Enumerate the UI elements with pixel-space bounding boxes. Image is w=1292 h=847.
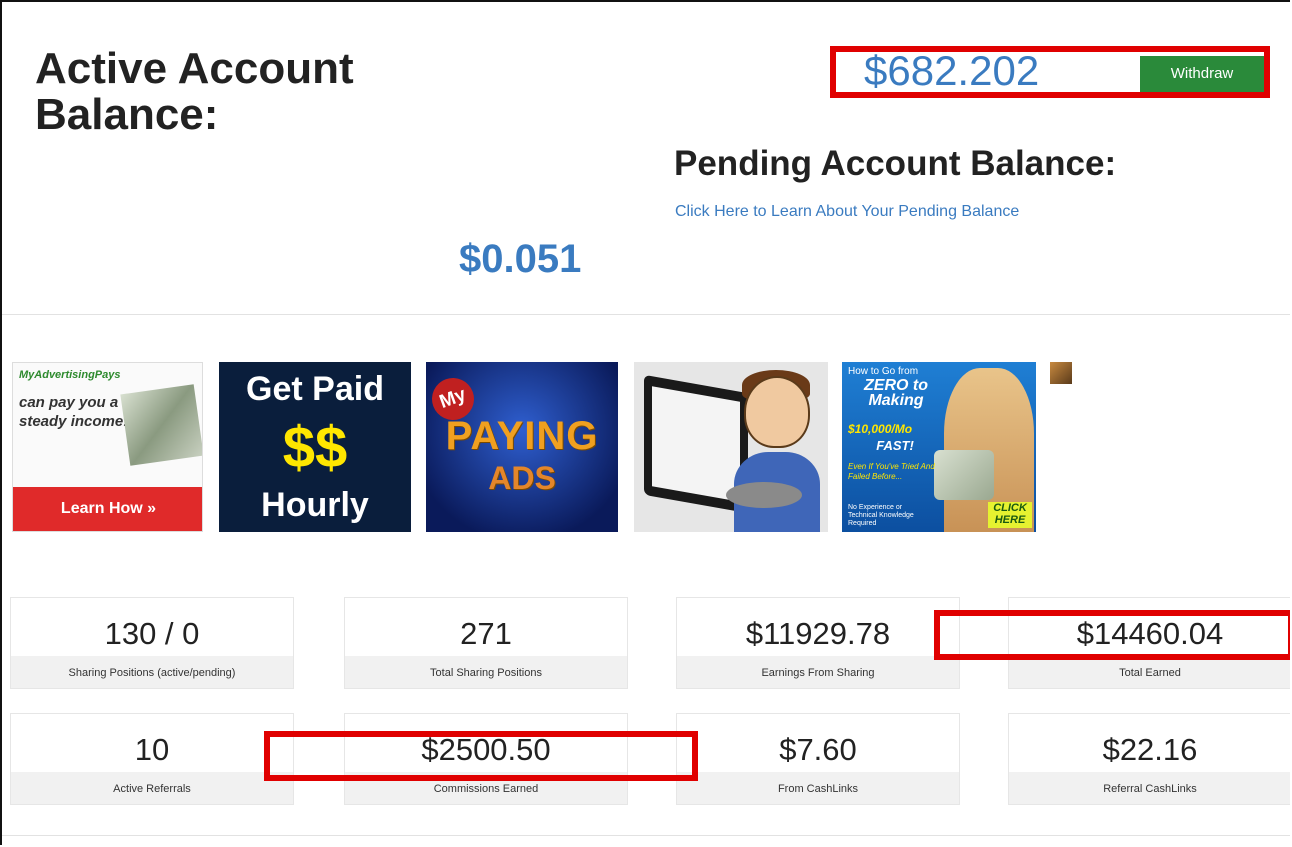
click-here-button[interactable]: CLICK HERE [988,502,1032,528]
ad-line: Get Paid [246,370,384,408]
cartoon-head [744,376,810,448]
stat-value: $11929.78 [745,616,891,651]
ad-line: PAYING [445,414,599,458]
ad-line: No Experience or Technical Knowledge Req… [848,504,914,527]
highlight-box-commissions [264,731,698,781]
dashboard: Active Account Balance: $682.202 Withdra… [0,0,1290,845]
stat-card-earnings-from-sharing: $11929.78 Earnings From Sharing [676,597,960,689]
stat-value: $7.60 [779,732,857,767]
ad-line: How to Go from [848,366,919,377]
coins-icon [726,482,802,508]
ad-line: ADS [488,460,556,496]
pending-balance-info-link[interactable]: Click Here to Learn About Your Pending B… [675,203,1019,221]
stat-label: Total Sharing Positions [345,656,627,688]
stat-label: Active Referrals [11,772,293,804]
stat-card-active-referrals: 10 Active Referrals [10,713,294,805]
ad-banner-get-paid-hourly[interactable]: Get Paid $$ Hourly [219,362,411,532]
pending-balance-title: Pending Account Balance: [674,144,1117,183]
stat-value: 271 [460,616,512,651]
highlight-box-balance [830,46,1270,98]
stat-label: Sharing Positions (active/pending) [11,656,293,688]
ad-line: $$ [282,415,348,480]
ad-thumbnail[interactable] [1050,362,1072,384]
ad-banner-cartoon[interactable] [634,362,828,532]
divider [2,835,1290,836]
stat-label: Referral CashLinks [1009,772,1290,804]
tablet-screen [652,386,740,502]
highlight-box-total-earned [934,610,1290,660]
ad-banner-my-paying-ads[interactable]: My PAYING ADS [426,362,618,532]
ad-line: Even If You've Tried And Failed Before..… [848,462,935,481]
stat-value: 130 / 0 [104,616,200,651]
learn-how-button[interactable]: Learn How » [13,487,202,531]
stat-card-from-cashlinks: $7.60 From CashLinks [676,713,960,805]
stat-card-sharing-positions: 130 / 0 Sharing Positions (active/pendin… [10,597,294,689]
pending-balance-amount: $0.051 [459,237,582,281]
divider [2,314,1290,315]
ad-line: ZERO to Making [864,377,928,409]
stat-value: 10 [134,732,170,767]
ad-line: FAST! [876,438,914,453]
stat-label: Total Earned [1009,656,1290,688]
stat-card-referral-cashlinks: $22.16 Referral CashLinks [1008,713,1290,805]
stat-label: From CashLinks [677,772,959,804]
stat-value: $22.16 [1102,732,1198,767]
stat-label: Earnings From Sharing [677,656,959,688]
ad-banner-zero-to-10k[interactable]: How to Go from ZERO to Making $10,000/Mo… [842,362,1036,532]
ad-line: $10,000/Mo [848,422,913,436]
money-icon [120,384,202,466]
ad-line: Hourly [261,486,369,524]
ad-tagline: can pay you a steady income! [19,394,129,430]
ad-banner-myadvertisingpays[interactable]: MyAdvertisingPays can pay you a steady i… [12,362,203,532]
active-balance-title: Active Account Balance: [35,44,354,139]
stat-card-total-sharing-positions: 271 Total Sharing Positions [344,597,628,689]
ad-brand: MyAdvertisingPays [19,369,121,381]
money-icon [934,450,994,500]
